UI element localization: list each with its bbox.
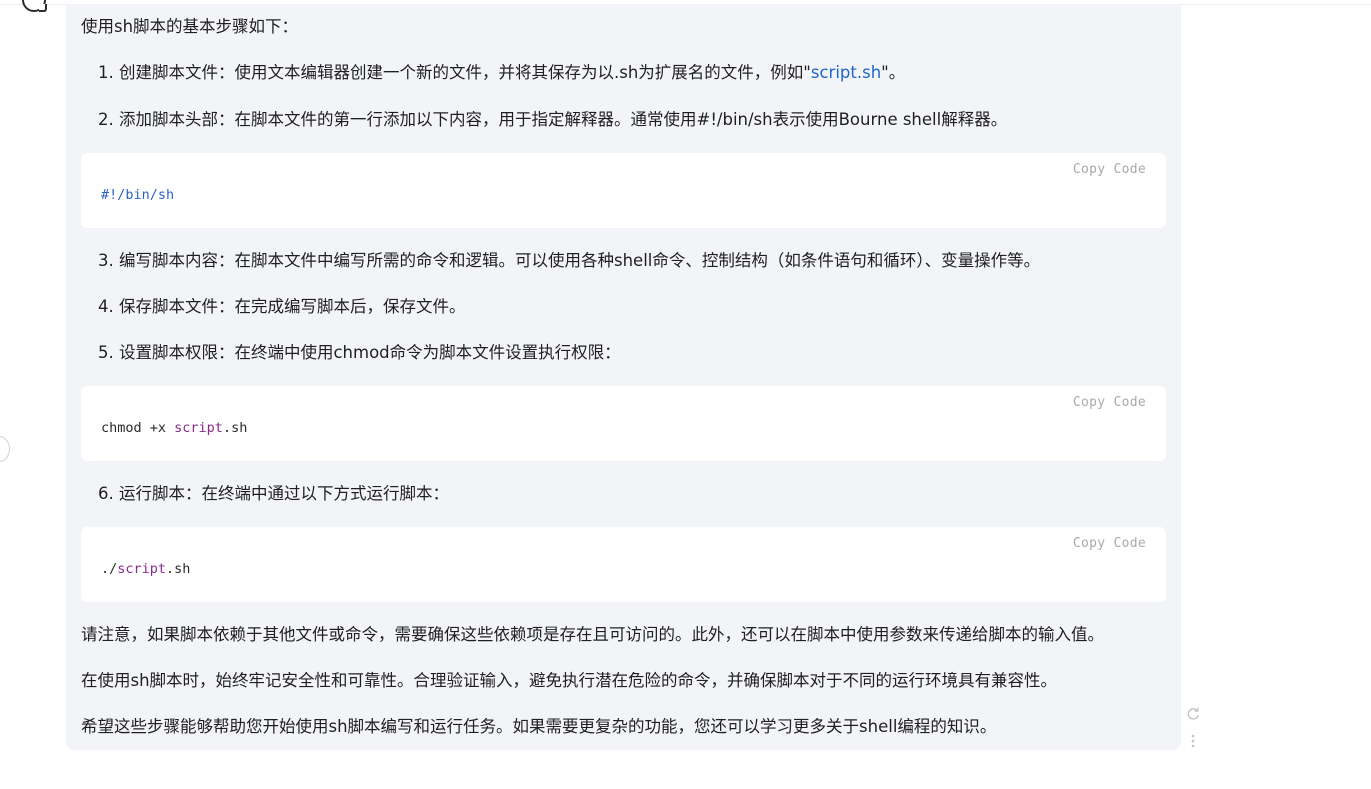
code-block-run: Copy Code ./script.sh — [81, 527, 1166, 602]
step-2: 2. 添加脚本头部：在脚本文件的第一行添加以下内容，用于指定解释器。通常使用#!… — [98, 110, 1008, 129]
copy-code-button[interactable]: Copy Code — [1073, 536, 1146, 551]
step-1-suffix: "。 — [881, 63, 906, 82]
more-vertical-icon[interactable] — [1190, 733, 1196, 749]
sidebar-toggle-handle[interactable] — [0, 436, 10, 462]
intro-text: 使用sh脚本的基本步骤如下： — [81, 17, 299, 36]
code-block-shebang: Copy Code #!/bin/sh — [81, 153, 1166, 228]
code-token: ./ — [101, 561, 118, 577]
note-dependencies: 请注意，如果脚本依赖于其他文件或命令，需要确保这些依赖项是存在且可访问的。此外，… — [81, 625, 1104, 644]
code-line: #!/bin/sh — [101, 186, 174, 204]
step-6: 6. 运行脚本：在终端中通过以下方式运行脚本： — [98, 484, 449, 503]
step-4: 4. 保存脚本文件：在完成编写脚本后，保存文件。 — [98, 297, 466, 316]
code-token: #!/bin/sh — [101, 187, 175, 203]
code-token: .sh — [222, 420, 248, 436]
code-token: chmod +x — [101, 420, 175, 436]
step-1: 1. 创建脚本文件：使用文本编辑器创建一个新的文件，并将其保存为以.sh为扩展名… — [98, 62, 905, 84]
step-5: 5. 设置脚本权限：在终端中使用chmod命令为脚本文件设置执行权限： — [98, 343, 621, 362]
code-block-chmod: Copy Code chmod +x script.sh — [81, 386, 1166, 461]
note-safety: 在使用sh脚本时，始终牢记安全性和可靠性。合理验证输入，避免执行潜在危险的命令，… — [81, 671, 1058, 690]
copy-code-button[interactable]: Copy Code — [1073, 395, 1146, 410]
refresh-icon[interactable] — [1186, 707, 1200, 721]
assistant-avatar-icon — [22, 0, 47, 12]
code-token: script — [174, 420, 223, 436]
note-closing: 希望这些步骤能够帮助您开始使用sh脚本编写和运行任务。如果需要更复杂的功能，您还… — [81, 717, 997, 736]
code-line: ./script.sh — [101, 560, 190, 578]
code-line: chmod +x script.sh — [101, 419, 247, 437]
code-token: script — [117, 561, 167, 577]
step-3: 3. 编写脚本内容：在脚本文件中编写所需的命令和逻辑。可以使用各种shell命令… — [98, 251, 1041, 270]
code-token: .sh — [166, 561, 191, 577]
step-1-prefix: 1. 创建脚本文件：使用文本编辑器创建一个新的文件，并将其保存为以.sh为扩展名… — [98, 63, 811, 82]
copy-code-button[interactable]: Copy Code — [1073, 162, 1146, 177]
script-filename-link[interactable]: script.sh — [811, 63, 881, 82]
